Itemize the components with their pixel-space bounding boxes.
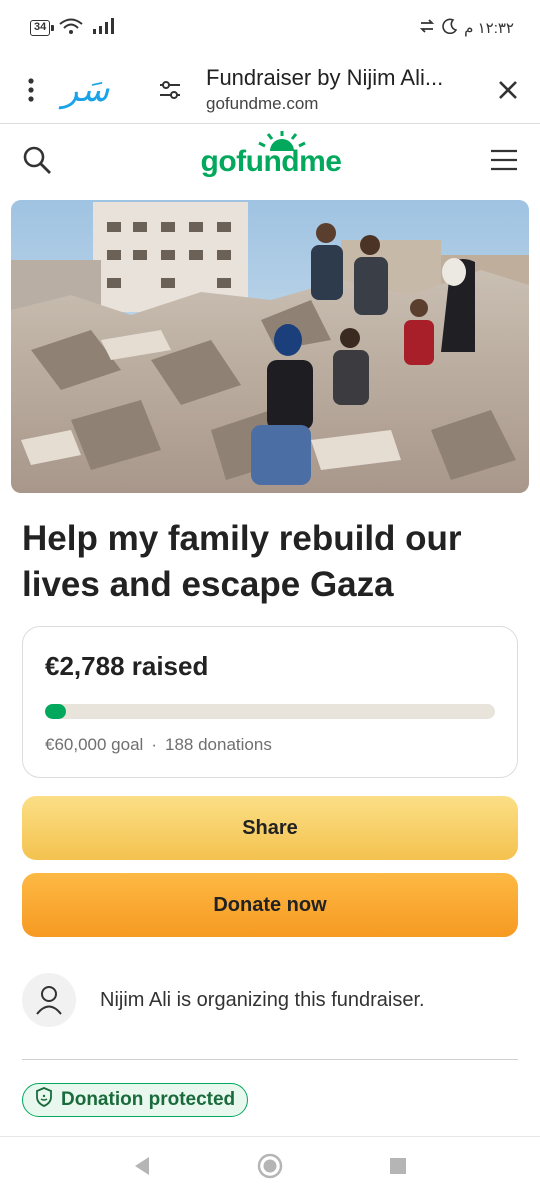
donation-count: 188 donations — [165, 735, 272, 754]
sun-icon — [257, 131, 306, 151]
moon-icon — [442, 18, 458, 38]
hamburger-menu-icon[interactable] — [490, 149, 518, 176]
donate-button[interactable]: Donate now — [22, 873, 518, 937]
search-icon[interactable] — [22, 145, 52, 180]
browser-logo: سَر — [62, 69, 110, 110]
battery-indicator: 34 — [30, 20, 55, 36]
badge-label: Donation protected — [61, 1089, 236, 1110]
home-icon[interactable] — [257, 1153, 283, 1184]
campaign-title: Help my family rebuild our lives and esc… — [22, 519, 462, 604]
progress-bar-fill — [45, 704, 66, 719]
organizer-row[interactable]: Nijim Ali is organizing this fundraiser. — [22, 972, 518, 1028]
clock-time: ١٢:٣٢ م — [464, 20, 514, 37]
progress-bar — [45, 704, 495, 719]
url-bar[interactable]: Fundraiser by Nijim Ali... gofundme.com — [200, 65, 476, 114]
back-icon[interactable] — [133, 1156, 151, 1181]
recents-icon[interactable] — [389, 1157, 407, 1180]
system-nav-bar — [0, 1136, 540, 1200]
gofundme-logo[interactable]: gofundme — [201, 131, 342, 179]
shield-icon — [35, 1087, 53, 1113]
wifi-icon — [58, 17, 84, 39]
sync-icon — [418, 18, 436, 38]
page-title: Fundraiser by Nijim Ali... — [206, 65, 444, 90]
divider — [22, 1059, 518, 1060]
share-button[interactable]: Share — [22, 796, 518, 860]
page-domain: gofundme.com — [206, 94, 319, 113]
goal-row: €60,000 goal · 188 donations — [45, 735, 495, 755]
more-menu-icon[interactable] — [0, 77, 62, 102]
user-icon — [36, 986, 62, 1015]
goal-amount: €60,000 goal — [45, 735, 144, 754]
amount-raised: €2,788 raised — [45, 651, 209, 681]
browser-toolbar: سَر Fundraiser by Nijim Ali... gofundme.… — [0, 56, 540, 124]
site-header: gofundme — [0, 124, 540, 200]
campaign-photo[interactable] — [11, 200, 529, 493]
avatar — [22, 973, 76, 1027]
progress-card: €2,788 raised €60,000 goal · 188 donatio… — [22, 626, 518, 778]
organizer-text: Nijim Ali is organizing this fundraiser. — [100, 988, 425, 1011]
signal-icon — [92, 18, 116, 38]
close-icon[interactable] — [476, 80, 540, 100]
page-settings-icon[interactable] — [140, 79, 200, 101]
separator-dot: · — [151, 735, 157, 754]
donation-protected-badge[interactable]: Donation protected — [22, 1083, 249, 1117]
status-bar: 34 ١٢:٣٢ م — [0, 0, 540, 56]
